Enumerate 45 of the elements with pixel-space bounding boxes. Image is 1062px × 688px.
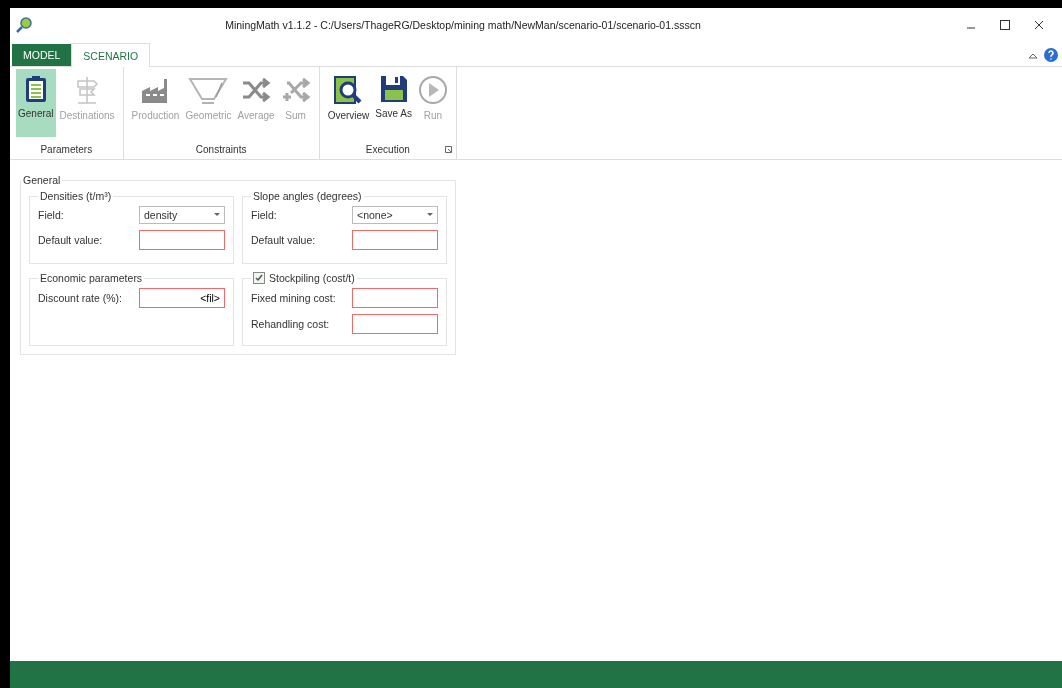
ribbon-button[interactable]: Save As: [373, 69, 414, 137]
input-field[interactable]: [352, 288, 438, 308]
window-title: MiningMath v1.1.2 - C:/Users/ThageRG/Desktop/mining math/NewMan/scenario-01/scenario-01.ssscn: [224, 19, 702, 31]
group-label: Execution: [365, 143, 410, 157]
clipboard-icon: [24, 75, 47, 103]
input-field[interactable]: [139, 230, 225, 250]
ribbon-button[interactable]: General: [16, 69, 56, 137]
panel-title: General: [22, 174, 62, 186]
input-field[interactable]: [352, 230, 438, 250]
field-label: Discount rate (%):: [38, 292, 123, 304]
section-title: Slope angles (degrees): [253, 190, 362, 202]
ribbon-tab[interactable]: SCENARIO: [71, 43, 151, 67]
caret-icon: [427, 213, 433, 217]
magnifier-logo-icon: [16, 17, 32, 33]
group-label: Constraints: [195, 143, 247, 157]
input-field[interactable]: <fil>: [139, 288, 225, 308]
dropdown-value: density: [144, 209, 178, 221]
section-title: Economic parameters: [40, 272, 143, 284]
field-label: Default value:: [251, 234, 316, 246]
group-label: Parameters: [40, 143, 93, 157]
collapse-ribbon-icon[interactable]: [1028, 51, 1038, 59]
maximize-icon: [1000, 20, 1010, 30]
shuffle-icon: [241, 75, 272, 105]
ribbon-tab[interactable]: MODEL: [12, 44, 72, 66]
section-title: Stockpiling (cost/t): [269, 272, 355, 284]
play-icon: [418, 75, 448, 105]
caret-icon: [214, 213, 220, 217]
help-icon[interactable]: [1044, 48, 1058, 62]
dropdown[interactable]: <none>: [352, 206, 438, 224]
input-field[interactable]: [352, 314, 438, 334]
checkbox[interactable]: [253, 272, 265, 284]
dialog-launcher-icon[interactable]: [445, 146, 452, 153]
field-label: Field:: [251, 209, 277, 221]
ribbon-button[interactable]: Overview: [325, 69, 372, 137]
section-title: Densities (t/m³): [40, 190, 112, 202]
field-label: Field:: [38, 209, 64, 221]
pit-icon: [188, 75, 229, 105]
field-label: Default value:: [38, 234, 103, 246]
shuffle-plus-icon: [280, 75, 311, 105]
field-label: Rehandling cost:: [251, 318, 330, 330]
field-label: Fixed mining cost:: [251, 292, 336, 304]
close-icon: [1034, 20, 1044, 30]
report-magnifier-icon: [333, 75, 364, 105]
dropdown-value: <none>: [357, 209, 393, 221]
dropdown[interactable]: density: [139, 206, 225, 224]
